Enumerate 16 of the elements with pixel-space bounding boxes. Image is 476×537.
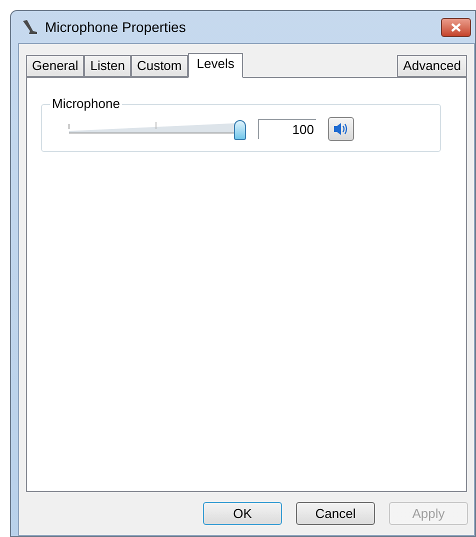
mute-button[interactable] [328, 117, 354, 141]
close-button[interactable] [441, 18, 471, 36]
slider-thumb[interactable] [234, 120, 246, 140]
dialog-button[interactable]: OK [203, 502, 282, 525]
window-title: Microphone Properties [45, 18, 186, 37]
tab[interactable]: General [26, 55, 84, 77]
close-icon [451, 22, 461, 32]
level-field[interactable]: 100 [258, 119, 316, 139]
tab[interactable]: Advanced [397, 55, 467, 77]
speaker-icon [333, 122, 349, 136]
tab[interactable]: Custom [130, 55, 188, 77]
tab[interactable]: Listen [84, 55, 131, 77]
tab[interactable]: Levels [188, 53, 244, 78]
dialog-button[interactable]: Cancel [296, 502, 375, 525]
group-label: Microphone [50, 96, 122, 112]
microphone-icon [21, 18, 39, 36]
